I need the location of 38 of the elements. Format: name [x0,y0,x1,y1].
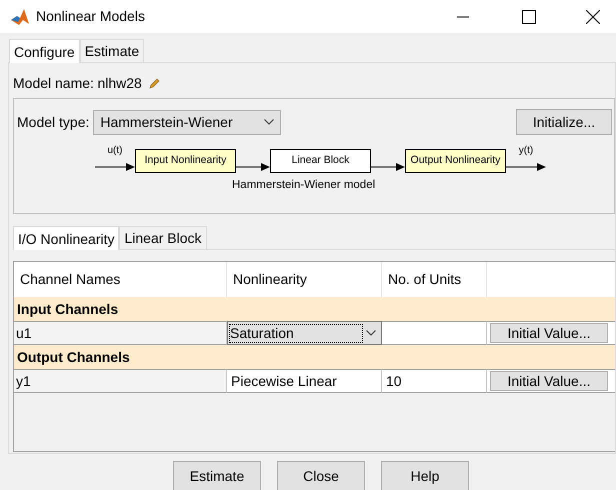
tab[interactable]: I/O Nonlinearity [13,226,120,250]
input-signal-label: u(t) [106,146,124,156]
tab[interactable]: Estimate [80,39,144,62]
group-header: Input Channels [14,297,615,321]
tab[interactable]: Configure [9,39,80,63]
arrow-icon [95,161,135,173]
window-title: Nonlinear Models [36,7,145,26]
table-cell: u1 [14,321,227,345]
dialog-button[interactable]: Estimate [173,461,261,490]
diagram-caption: Hammerstein-Wiener model [232,178,376,193]
table-cell: y1 [14,369,227,393]
model-name-label: Model name: [13,74,94,93]
dialog-button[interactable]: Close [277,461,365,490]
table-cell: Piecewise Linear [227,369,382,393]
initial-value-button[interactable]: Initial Value... [490,323,608,343]
model-type-dropdown[interactable]: Hammerstein-Wiener [93,110,282,134]
tab[interactable]: Linear Block [119,226,207,249]
app-logo-icon [10,8,30,26]
arrow-icon [236,161,270,173]
caret-icon [264,119,274,125]
model-type-label: Model type: [17,112,90,132]
arrow-icon [371,161,405,173]
initial-value-button[interactable]: Initial Value... [490,371,608,391]
caret-icon [366,330,376,336]
edit-pencil-icon[interactable] [149,78,160,89]
dialog-button[interactable]: Help [381,461,469,490]
diagram-block: Linear Block [270,149,371,173]
initialize-button[interactable]: Initialize... [516,109,612,135]
output-signal-label: y(t) [518,146,534,156]
table-cell: 10 [382,369,487,393]
diagram-block: Input Nonlinearity [135,149,236,173]
close-icon[interactable] [586,10,600,24]
group-header: Output Channels [14,345,615,369]
maximize-icon[interactable] [522,10,536,24]
diagram-block: Output Nonlinearity [405,149,506,173]
arrow-icon [506,161,546,173]
model-name-value: nlhw28 [97,74,142,93]
nonlinearity-dropdown[interactable]: Saturation [227,321,382,345]
